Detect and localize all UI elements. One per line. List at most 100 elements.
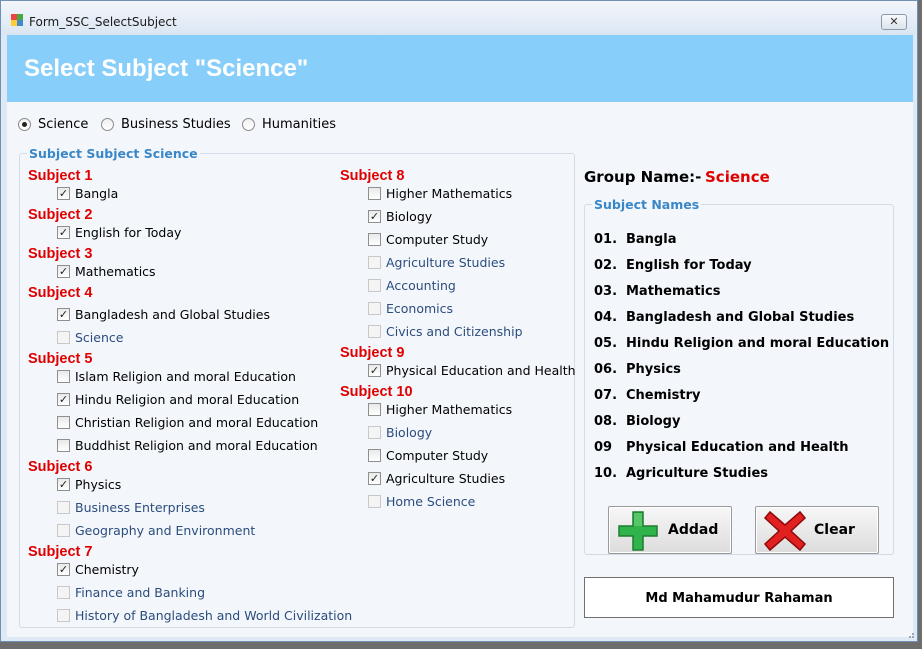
checkbox-checked-icon[interactable]: ✓ (368, 472, 381, 485)
checkbox-checked-icon[interactable]: ✓ (368, 364, 381, 377)
subject-name-text: Agriculture Studies (626, 466, 769, 481)
checkbox-empty-icon (368, 279, 381, 292)
checkbox-empty-icon[interactable] (368, 233, 381, 246)
header-banner: Select Subject "Science" (7, 35, 913, 102)
radio-label: Science (38, 117, 89, 132)
radio-button-icon[interactable] (242, 118, 255, 131)
subject-name-text: Bangla (626, 232, 677, 247)
checkbox-label: Physical Education and Health (386, 363, 576, 378)
checkbox-label: Higher Mathematics (386, 186, 513, 201)
checkbox-checked-icon[interactable]: ✓ (57, 308, 70, 321)
subject-heading: Subject 5 (28, 351, 93, 367)
subject-heading: Subject 1 (28, 168, 93, 184)
checkbox-empty-icon[interactable] (368, 403, 381, 416)
radio-button-icon[interactable] (18, 118, 31, 131)
checkbox-label: Accounting (386, 278, 456, 293)
checkbox-label: Buddhist Religion and moral Education (75, 438, 318, 453)
checkbox-label: Home Science (386, 494, 476, 509)
subject-name-number: 05. (594, 336, 618, 351)
subject-heading: Subject 8 (340, 168, 405, 184)
close-button[interactable]: ✕ (881, 14, 907, 30)
checkbox-empty-icon[interactable] (368, 449, 381, 462)
checkbox-checked-icon[interactable]: ✓ (57, 226, 70, 239)
subject-name-number: 10. (594, 466, 618, 481)
checkbox-checked-icon[interactable]: ✓ (57, 563, 70, 576)
checkbox-empty-icon (57, 331, 70, 344)
checkbox-label: Physics (75, 477, 122, 492)
author-name-box: Md Mahamudur Rahaman (584, 577, 894, 618)
subject-name-text: Hindu Religion and moral Education (626, 336, 890, 351)
checkbox-empty-icon[interactable] (57, 370, 70, 383)
subject-name-text: Biology (626, 414, 681, 429)
subject-name-number: 07. (594, 388, 618, 403)
subject-name-number: 04. (594, 310, 618, 325)
subject-name-text: Mathematics (626, 284, 721, 299)
form-window: Form_SSC_SelectSubject ✕ Select Subject … (0, 0, 918, 642)
checkbox-checked-icon[interactable]: ✓ (57, 393, 70, 406)
close-icon: ✕ (889, 15, 899, 28)
checkbox-checked-icon[interactable]: ✓ (57, 478, 70, 491)
checkbox-label: Science (75, 330, 124, 345)
subject-name-text: English for Today (626, 258, 752, 273)
checkbox-label: Economics (386, 301, 454, 316)
checkbox-label: Hindu Religion and moral Education (75, 392, 300, 407)
subject-name-number: 02. (594, 258, 618, 273)
window-title: Form_SSC_SelectSubject (29, 15, 177, 29)
checkbox-label: Mathematics (75, 264, 156, 279)
checkbox-label: Higher Mathematics (386, 402, 513, 417)
checkbox-label: Computer Study (386, 448, 489, 463)
subject-heading: Subject 10 (340, 384, 413, 400)
group-name-label: Group Name:- (584, 168, 702, 186)
checkbox-empty-icon (368, 495, 381, 508)
checkbox-label: Biology (386, 209, 433, 224)
checkbox-checked-icon[interactable]: ✓ (57, 187, 70, 200)
checkbox-label: English for Today (75, 225, 182, 240)
add-button[interactable]: Addad (608, 506, 732, 554)
subjects-groupbox-legend: Subject Subject Science (27, 146, 200, 161)
subject-name-text: Bangladesh and Global Studies (626, 310, 855, 325)
checkbox-label: Business Enterprises (75, 500, 205, 515)
subject-heading: Subject 4 (28, 285, 93, 301)
checkbox-label: Computer Study (386, 232, 489, 247)
subject-name-text: Physics (626, 362, 681, 377)
radio-button-icon[interactable] (101, 118, 114, 131)
checkbox-label: Biology (386, 425, 433, 440)
subject-heading: Subject 2 (28, 207, 93, 223)
checkbox-label: Agriculture Studies (386, 471, 506, 486)
checkbox-label: History of Bangladesh and World Civiliza… (75, 608, 353, 623)
checkbox-empty-icon[interactable] (57, 416, 70, 429)
checkbox-empty-icon (57, 609, 70, 622)
checkbox-label: Civics and Citizenship (386, 324, 523, 339)
app-icon (11, 14, 23, 26)
checkbox-label: Chemistry (75, 562, 139, 577)
radio-label: Business Studies (121, 117, 231, 132)
subject-names-groupbox: Subject Names 01. Bangla 02. English for To… (584, 197, 894, 555)
subject-name-number: 03. (594, 284, 618, 299)
add-button-label: Addad (668, 522, 719, 538)
resize-grip-icon[interactable] (905, 629, 915, 639)
checkbox-empty-icon[interactable] (57, 439, 70, 452)
subject-heading: Subject 3 (28, 246, 93, 262)
clear-button-label: Clear (814, 522, 855, 538)
checkbox-empty-icon (368, 302, 381, 315)
subject-name-number: 08. (594, 414, 618, 429)
checkbox-checked-icon[interactable]: ✓ (368, 210, 381, 223)
checkbox-empty-icon[interactable] (368, 187, 381, 200)
checkbox-label: Geography and Environment (75, 523, 256, 538)
subject-name-number: 01. (594, 232, 618, 247)
checkbox-label: Finance and Banking (75, 585, 206, 600)
checkbox-empty-icon (57, 586, 70, 599)
checkbox-label: Bangla (75, 186, 119, 201)
red-x-icon (764, 510, 806, 552)
subject-heading: Subject 9 (340, 345, 405, 361)
subject-heading: Subject 7 (28, 544, 93, 560)
checkbox-label: Islam Religion and moral Education (75, 369, 296, 384)
subject-names-legend: Subject Names (592, 197, 702, 212)
checkbox-empty-icon (368, 426, 381, 439)
checkbox-checked-icon[interactable]: ✓ (57, 265, 70, 278)
checkbox-empty-icon (57, 524, 70, 537)
title-bar: Form_SSC_SelectSubject ✕ (1, 1, 917, 35)
clear-button[interactable]: Clear (755, 506, 879, 554)
checkbox-label: Agriculture Studies (386, 255, 506, 270)
checkbox-label: Bangladesh and Global Studies (75, 307, 270, 322)
